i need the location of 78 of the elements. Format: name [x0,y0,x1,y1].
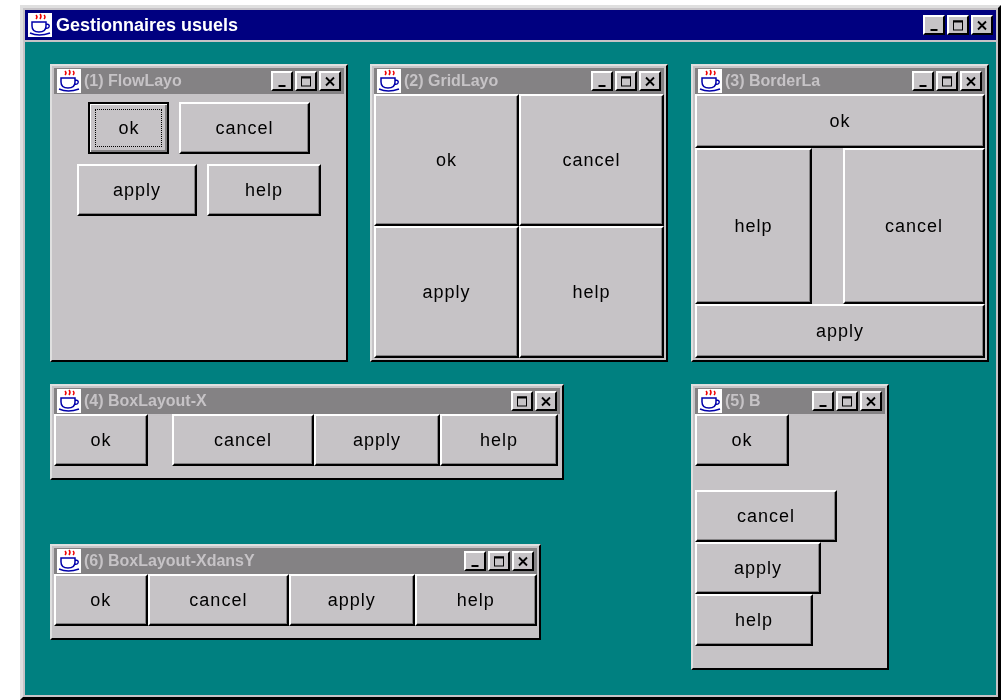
minimize-icon [919,84,927,87]
maximize-button[interactable] [511,391,533,411]
frame-title: (3) BorderLa [725,72,822,90]
maximize-button[interactable] [836,391,858,411]
coffee-cup-icon [57,69,81,93]
close-icon [644,74,656,88]
maximize-icon [300,74,312,88]
maximize-button[interactable] [947,15,969,35]
maximize-button[interactable] [936,71,958,91]
coffee-cup-icon [377,69,401,93]
push-button[interactable]: apply [289,574,415,626]
minimize-icon [819,404,827,407]
maximize-button[interactable] [295,71,317,91]
push-button[interactable]: ok [54,414,148,466]
window-title: Gestionnaires usuels [56,14,240,36]
close-icon [976,18,988,32]
minimize-button[interactable] [923,15,945,35]
push-button[interactable]: ok [374,94,519,226]
maximize-icon [493,554,505,568]
push-button[interactable]: help [207,164,322,216]
push-button[interactable]: apply [76,164,197,216]
close-button[interactable] [535,391,557,411]
close-button[interactable] [319,71,341,91]
close-icon [965,74,977,88]
maximize-button[interactable] [615,71,637,91]
maximize-icon [952,18,964,32]
close-button[interactable] [971,15,993,35]
push-button[interactable]: help [414,574,537,626]
push-button[interactable]: cancel [147,574,290,626]
coffee-cup-icon [698,69,722,93]
minimize-button[interactable] [912,71,934,91]
push-button[interactable]: ok [695,414,789,466]
minimize-icon [598,84,606,87]
frame-title: (4) BoxLayout-X [84,392,208,410]
coffee-cup-icon [57,389,81,413]
minimize-icon [278,84,286,87]
minimize-button[interactable] [591,71,613,91]
coffee-cup-icon [698,389,722,413]
push-button[interactable]: help [519,226,664,358]
close-button[interactable] [960,71,982,91]
minimize-icon [930,28,938,31]
maximize-icon [841,394,853,408]
maximize-button[interactable] [488,551,510,571]
push-button[interactable]: apply [695,304,985,358]
push-button[interactable]: apply [314,414,440,466]
push-button[interactable]: apply [374,226,519,358]
push-button[interactable]: cancel [843,148,985,304]
coffee-cup-icon [28,13,52,37]
minimize-button[interactable] [812,391,834,411]
close-button[interactable] [639,71,661,91]
push-button[interactable]: help [440,414,558,466]
push-button[interactable]: cancel [695,490,837,542]
close-icon [865,394,877,408]
push-button[interactable]: help [695,594,813,646]
push-button[interactable]: ok [695,94,985,148]
maximize-icon [516,394,528,408]
push-button[interactable]: help [695,148,812,304]
maximize-icon [620,74,632,88]
coffee-cup-icon [57,549,81,573]
frame-title: (2) GridLayo [404,72,500,90]
close-icon [540,394,552,408]
minimize-icon [471,564,479,567]
frame-title: (5) B [725,392,762,410]
push-button[interactable]: ok [88,102,170,154]
close-button[interactable] [860,391,882,411]
frame-title: (1) FlowLayo [84,72,183,90]
frame-title: (6) BoxLayout-XdansY [84,552,256,570]
push-button[interactable]: apply [695,542,821,594]
close-icon [517,554,529,568]
minimize-button[interactable] [271,71,293,91]
maximize-icon [941,74,953,88]
push-button[interactable]: cancel [172,414,314,466]
push-button[interactable]: ok [54,574,148,626]
close-button[interactable] [512,551,534,571]
push-button[interactable]: cancel [519,94,664,226]
minimize-button[interactable] [464,551,486,571]
push-button[interactable]: cancel [179,102,310,154]
close-icon [324,74,336,88]
